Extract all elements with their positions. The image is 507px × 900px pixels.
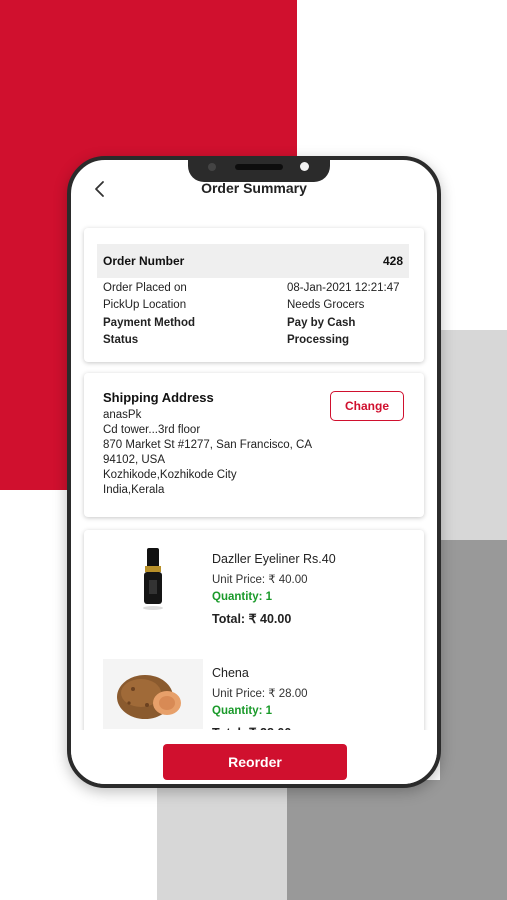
phone-frame: Order Summary Order Number 428 Order Pla… <box>67 156 441 788</box>
background-dark-gray-block <box>440 540 507 900</box>
chevron-left-icon <box>95 181 104 197</box>
shipping-name: anasPk <box>103 409 142 421</box>
shipping-line: India,Kerala <box>103 484 165 496</box>
order-placed-label: Order Placed on <box>103 282 187 294</box>
shipping-line: Cd tower...3rd floor <box>103 424 201 436</box>
reorder-button[interactable]: Reorder <box>163 744 347 780</box>
eyeliner-product-image <box>103 546 203 616</box>
item-quantity: Quantity: 1 <box>212 705 273 717</box>
chena-product-image <box>103 659 203 729</box>
shipping-line: Kozhikode,Kozhikode City <box>103 469 237 481</box>
status-label: Status <box>103 334 139 346</box>
item-quantity: Quantity: 1 <box>212 591 273 603</box>
shipping-address-title: Shipping Address <box>103 390 214 405</box>
item-unit-price: Unit Price: ₹ 28.00 <box>212 688 308 700</box>
background-gray-block <box>157 780 287 900</box>
sensor-icon <box>300 162 309 171</box>
camera-icon <box>208 163 216 171</box>
shipping-address-card: Shipping Address Change anasPk Cd tower.… <box>84 373 424 517</box>
order-number-value: 428 <box>382 254 403 268</box>
back-button[interactable] <box>91 178 111 200</box>
background-gray-block <box>440 330 507 540</box>
speaker-grille <box>235 164 283 170</box>
order-details-card: Order Number 428 Order Placed on 08-Jan-… <box>84 228 424 362</box>
page-title: Order Summary <box>201 180 307 196</box>
background-dark-gray-block <box>287 780 440 900</box>
order-placed-value: 08-Jan-2021 12:21:47 <box>287 282 400 294</box>
item-name: Dazller Eyeliner Rs.40 <box>212 552 336 566</box>
order-number-row: Order Number 428 <box>97 244 409 278</box>
pickup-location-value: Needs Grocers <box>287 299 365 311</box>
shipping-address-lines: anasPk Cd tower...3rd floor 870 Market S… <box>103 408 333 498</box>
shipping-line: 870 Market St #1277, San Francisco, CA 9… <box>103 439 312 466</box>
phone-notch <box>188 160 330 182</box>
change-address-button[interactable]: Change <box>330 391 404 421</box>
pickup-location-label: PickUp Location <box>103 299 187 311</box>
item-name: Chena <box>212 666 249 680</box>
payment-method-label: Payment Method <box>103 317 196 329</box>
order-number-label: Order Number <box>103 254 185 268</box>
item-total: Total: ₹ 40.00 <box>212 612 292 626</box>
payment-method-value: Pay by Cash <box>287 317 356 329</box>
item-unit-price: Unit Price: ₹ 40.00 <box>212 574 308 586</box>
status-value: Processing <box>287 334 349 346</box>
